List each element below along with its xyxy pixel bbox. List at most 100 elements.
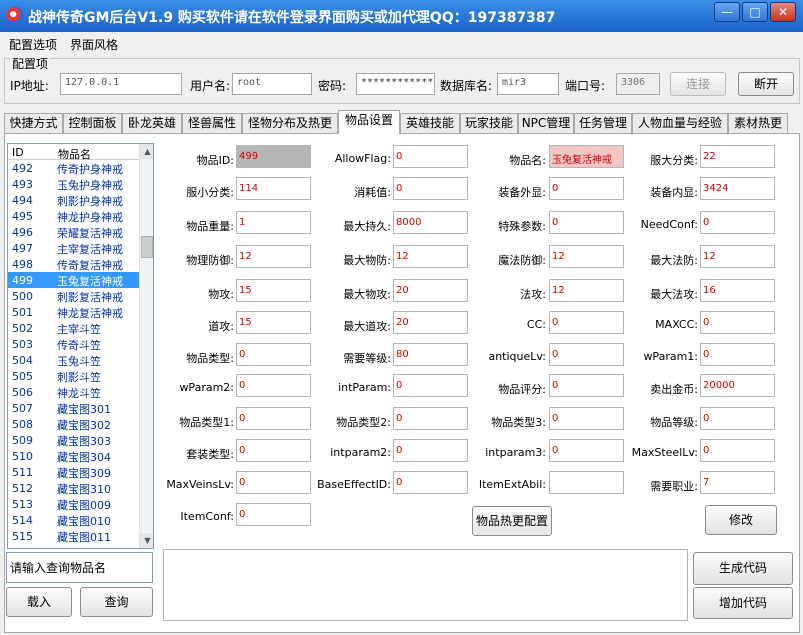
tab-control-panel[interactable]: 控制面板 (63, 113, 122, 133)
antique-lv-input[interactable]: 0 (549, 343, 624, 366)
wparam1-input[interactable]: 0 (700, 343, 775, 366)
list-item[interactable]: 498 传奇复活神戒 (8, 256, 139, 272)
port-input[interactable]: 3306 (616, 73, 660, 95)
list-item[interactable]: 506 神龙斗笠 (8, 384, 139, 400)
consume-value-input[interactable]: 0 (393, 177, 468, 200)
max-tao-attack-input[interactable]: 20 (393, 311, 468, 334)
tab-hero-skills[interactable]: 英雄技能 (400, 113, 460, 133)
list-header-id[interactable]: ID (12, 146, 24, 159)
tao-attack-input[interactable]: 15 (236, 311, 311, 334)
menu-config-options[interactable]: 配置选项 (9, 36, 57, 53)
add-code-button[interactable]: 增加代码 (693, 587, 793, 619)
cc-input[interactable]: 0 (549, 311, 624, 334)
max-cc-input[interactable]: 0 (700, 311, 775, 334)
tab-quest-management[interactable]: 任务管理 (574, 113, 632, 133)
item-name-input[interactable]: 玉兔复活神戒 (549, 145, 624, 168)
list-item[interactable]: 510 藏宝图304 (8, 448, 139, 464)
item-id-input[interactable]: 499 (236, 145, 311, 168)
modify-button[interactable]: 修改 (705, 505, 777, 535)
scroll-thumb[interactable] (141, 236, 153, 258)
minimize-button[interactable]: — (714, 2, 740, 22)
list-item[interactable]: 509 藏宝图303 (8, 432, 139, 448)
phys-attack-input[interactable]: 15 (236, 279, 311, 302)
list-item[interactable]: 500 刺影复活神戒 (8, 288, 139, 304)
item-hot-config-button[interactable]: 物品热更配置 (472, 506, 552, 536)
magic-defense-input[interactable]: 12 (549, 245, 624, 268)
tab-player-skills[interactable]: 玩家技能 (460, 113, 518, 133)
tab-wolong-hero[interactable]: 卧龙英雄 (122, 113, 182, 133)
list-item[interactable]: 493 玉兔护身神戒 (8, 176, 139, 192)
code-output[interactable] (163, 549, 688, 621)
item-type1-input[interactable]: 0 (236, 407, 311, 430)
max-phys-defense-input[interactable]: 12 (393, 245, 468, 268)
max-magic-defense-input[interactable]: 12 (700, 245, 775, 268)
special-param-input[interactable]: 0 (549, 211, 624, 234)
tab-monster-distribution[interactable]: 怪物分布及热更 (242, 113, 338, 133)
scroll-down-icon[interactable]: ▼ (140, 533, 153, 548)
magic-attack-input[interactable]: 12 (549, 279, 624, 302)
item-type2-input[interactable]: 0 (393, 407, 468, 430)
max-veins-lv-input[interactable]: 0 (236, 471, 311, 494)
minor-category-input[interactable]: 114 (236, 177, 311, 200)
list-item[interactable]: 495 神龙护身神戒 (8, 208, 139, 224)
tab-shortcuts[interactable]: 快捷方式 (4, 113, 63, 133)
list-item[interactable]: 507 藏宝图301 (8, 400, 139, 416)
set-type-input[interactable]: 0 (236, 439, 311, 462)
list-item[interactable]: 515 藏宝图011 (8, 528, 139, 544)
maximize-button[interactable]: □ (742, 2, 768, 22)
list-item[interactable]: 514 藏宝图010 (8, 512, 139, 528)
max-magic-attack-input[interactable]: 16 (700, 279, 775, 302)
ip-input[interactable]: 127.0.0.1 (60, 73, 182, 95)
list-item[interactable]: 504 玉兔斗笠 (8, 352, 139, 368)
tab-character-hp-exp[interactable]: 人物血量与经验 (632, 113, 728, 133)
major-category-input[interactable]: 22 (700, 145, 775, 168)
max-steel-lv-input[interactable]: 0 (700, 439, 775, 462)
base-effect-id-input[interactable]: 0 (393, 471, 468, 494)
intparam-input[interactable]: 0 (393, 374, 468, 397)
tab-npc-management[interactable]: NPC管理 (518, 113, 574, 133)
required-level-input[interactable]: 80 (393, 343, 468, 366)
scroll-up-icon[interactable]: ▲ (140, 144, 153, 159)
max-phys-attack-input[interactable]: 20 (393, 279, 468, 302)
password-input[interactable]: ************ (356, 73, 435, 95)
tab-monster-attributes[interactable]: 怪兽属性 (182, 113, 242, 133)
max-durability-input[interactable]: 8000 (393, 211, 468, 234)
list-item[interactable]: 502 主宰斗笠 (8, 320, 139, 336)
list-item[interactable]: 492 传奇护身神戒 (8, 160, 139, 176)
list-item[interactable]: 494 刺影护身神戒 (8, 192, 139, 208)
need-conf-input[interactable]: 0 (700, 211, 775, 234)
item-weight-input[interactable]: 1 (236, 211, 311, 234)
allow-flag-input[interactable]: 0 (393, 145, 468, 168)
equip-inner-look-input[interactable]: 3424 (700, 177, 775, 200)
list-item[interactable]: 512 藏宝图310 (8, 480, 139, 496)
query-button[interactable]: 查询 (80, 587, 153, 617)
tab-asset-hot-update[interactable]: 素材热更 (728, 113, 788, 133)
list-item[interactable]: 511 藏宝图309 (8, 464, 139, 480)
intparam2-input[interactable]: 0 (393, 439, 468, 462)
database-input[interactable]: mir3 (497, 73, 559, 95)
list-item[interactable]: 501 神龙复活神戒 (8, 304, 139, 320)
list-item[interactable]: 497 主宰复活神戒 (8, 240, 139, 256)
list-item[interactable]: 508 藏宝图302 (8, 416, 139, 432)
equip-outer-look-input[interactable]: 0 (549, 177, 624, 200)
close-button[interactable]: ✕ (770, 2, 796, 22)
wparam2-input[interactable]: 0 (236, 374, 311, 397)
item-list[interactable]: ID 物品名 492 传奇护身神戒 493 玉兔护身神戒 494 刺影护身神戒 495 神龙护… (7, 143, 154, 549)
list-item[interactable]: 496 荣耀复活神戒 (8, 224, 139, 240)
item-search-input[interactable] (6, 552, 153, 583)
tab-item-settings[interactable]: 物品设置 (338, 110, 400, 134)
phys-defense-input[interactable]: 12 (236, 245, 311, 268)
disconnect-button[interactable]: 断开 (738, 72, 794, 96)
item-level-input[interactable]: 0 (700, 407, 775, 430)
generate-code-button[interactable]: 生成代码 (693, 552, 793, 585)
list-item[interactable]: 513 藏宝图009 (8, 496, 139, 512)
connect-button[interactable]: 连接 (670, 72, 726, 96)
list-scrollbar[interactable]: ▲ ▼ (139, 144, 153, 548)
sell-gold-input[interactable]: 20000 (700, 374, 775, 397)
item-type-input[interactable]: 0 (236, 343, 311, 366)
intparam3-input[interactable]: 0 (549, 439, 624, 462)
menu-ui-style[interactable]: 界面风格 (70, 36, 118, 53)
list-item[interactable]: 499 玉兔复活神戒 (8, 272, 139, 288)
load-button[interactable]: 载入 (6, 587, 72, 617)
list-item[interactable]: 505 刺影斗笠 (8, 368, 139, 384)
